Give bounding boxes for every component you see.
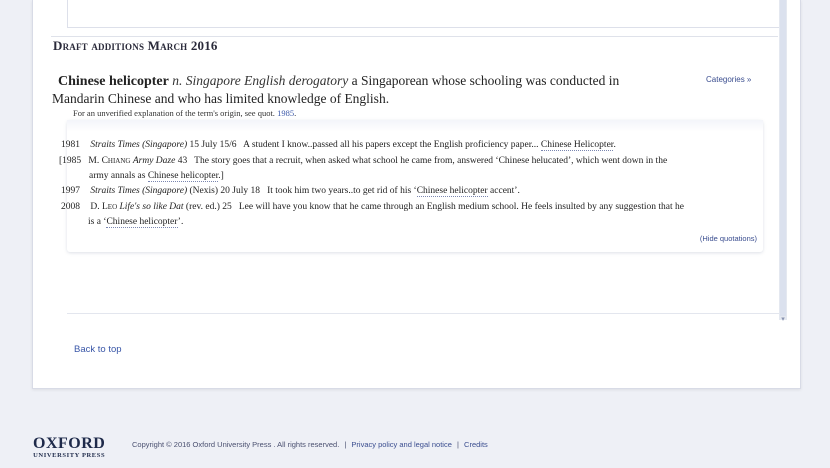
- copyright-text: Copyright © 2016 Oxford University Press…: [132, 440, 340, 449]
- hide-quotations-link[interactable]: (Hide quotations): [700, 234, 757, 243]
- section-title: Draft additions March 2016: [53, 38, 218, 53]
- credits-link[interactable]: Credits: [464, 440, 488, 449]
- scrollbar-thumb[interactable]: [780, 0, 786, 316]
- heading-divider: [51, 36, 778, 37]
- part-of-speech: n. Singapore English derogatory: [172, 73, 349, 88]
- quotation-2008: 2008 D. Leo Life's so like Dat (rev. ed.…: [61, 202, 684, 228]
- headword: Chinese helicopter: [58, 74, 169, 89]
- content-divider: [67, 313, 779, 314]
- back-to-top-link[interactable]: Back to top: [74, 344, 122, 355]
- entry-definition: Chinese helicopter n. Singapore English …: [52, 72, 642, 107]
- highlighted-term: Chinese helicopter: [106, 217, 178, 228]
- highlighted-term: Chinese helicopter: [416, 186, 488, 197]
- footer-links: Copyright © 2016 Oxford University Press…: [132, 440, 488, 449]
- quotation-1981: 1981 Straits Times (Singapore) 15 July 1…: [61, 140, 616, 151]
- highlighted-term: Chinese Helicopter: [540, 140, 614, 151]
- definition-line-1: a Singaporean whose schooling was conduc…: [348, 73, 620, 88]
- categories-link[interactable]: Categories »: [706, 75, 751, 84]
- quotation-1997: 1997 Straits Times (Singapore) (Nexis) 2…: [61, 186, 520, 197]
- privacy-policy-link[interactable]: Privacy policy and legal notice: [351, 440, 451, 449]
- scrollbar[interactable]: ▾: [779, 0, 787, 323]
- highlighted-term: Chinese helicopter: [147, 171, 219, 182]
- oup-logo[interactable]: OXFORD UNIVERSITY PRESS: [33, 436, 105, 460]
- quote-1985-link[interactable]: 1985: [277, 108, 294, 118]
- previous-entry-box: [67, 0, 781, 28]
- entry-card: Draft additions March 2016 ▾ Chinese hel…: [32, 0, 801, 389]
- definition-line-2: Mandarin Chinese and who has limited kno…: [52, 91, 390, 106]
- quotations-box: 1981 Straits Times (Singapore) 15 July 1…: [59, 120, 763, 252]
- quotation-1985: [1985 M. Chiang Army Daze 43 The story g…: [59, 156, 668, 182]
- scroll-down-icon[interactable]: ▾: [779, 315, 787, 323]
- origin-note: For an unverified explanation of the ter…: [73, 108, 297, 118]
